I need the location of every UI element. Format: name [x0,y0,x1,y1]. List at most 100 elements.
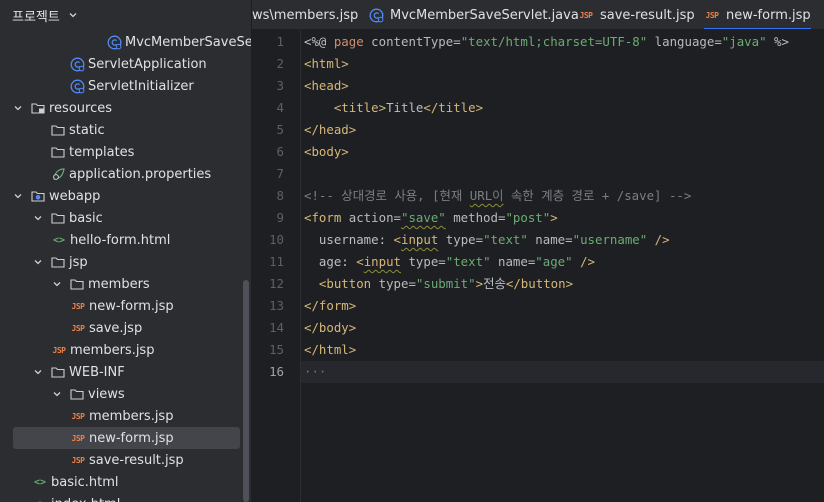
tree-item[interactable]: resources [0,97,251,119]
code-line[interactable]: username: <input type="text" name="usern… [301,229,824,251]
tree-item[interactable]: basic [0,207,251,229]
jsp-file-icon: JSP [70,298,86,314]
line-number: 11 [269,254,284,269]
tree-item[interactable]: templates [0,141,251,163]
chevron-down-icon[interactable] [51,278,63,290]
line-number: 7 [276,166,284,181]
code-token: contentType= [371,34,461,49]
code-token: <button [318,276,379,291]
editor-tab[interactable]: MvcMemberSaveServlet.java [368,0,579,29]
code-line[interactable]: <button type="submit">전송</button> [301,273,824,295]
tree-item[interactable]: <> hello-form.html [0,229,251,251]
jsp-icon-label: JSP [71,323,85,333]
editor-tab[interactable]: ws\members.jsp [252,0,358,29]
line-number: 6 [276,144,284,159]
folder-icon-glyph [51,367,65,378]
project-view-selector[interactable]: 프로젝트 [0,0,251,30]
tree-item[interactable]: JSP new-form.jsp [0,427,251,449]
code-token: "text/html;charset=UTF-8" [460,34,648,49]
servlet-class-icon [69,56,85,72]
tree-item[interactable]: <> basic.html [0,471,251,493]
tree-item[interactable]: WEB-INF [0,361,251,383]
tree-item[interactable]: JSP save-result.jsp [0,449,251,471]
code-token: input [363,254,401,269]
code-token: page [333,34,372,49]
code-token: </head> [304,122,357,137]
tree-item-label: static [69,122,105,138]
servlet-class-icon [69,78,85,94]
code-line[interactable]: <%@ page contentType="text/html;charset=… [301,31,824,53]
line-number: 13 [269,298,284,313]
code-line[interactable]: age: <input type="text" name="age" /> [301,251,824,273]
tree-item[interactable]: <> index.html [0,493,251,502]
folder-icon [50,364,66,380]
tree-item[interactable]: static [0,119,251,141]
code-editor[interactable]: <%@ page contentType="text/html;charset=… [301,30,824,502]
tree-item-label: save.jsp [89,320,143,336]
tree-item[interactable]: MvcMemberSaveSer [0,31,251,53]
tree-item-label: index.html [51,497,120,502]
properties-file-icon [50,166,66,182]
code-token: </form> [304,298,357,313]
tree-item[interactable]: ServletInitializer [0,75,251,97]
chevron-down-icon[interactable] [12,102,24,114]
tree-item[interactable]: application.properties [0,163,251,185]
tree-item[interactable]: views [0,383,251,405]
chevron-down-icon[interactable] [32,256,44,268]
code-token: /> [647,232,670,247]
folder-icon-glyph [70,389,84,400]
chevron-down-icon[interactable] [32,366,44,378]
jsp-file-icon: JSP [51,342,67,358]
resources-folder-icon [30,100,46,116]
code-token: "text" [483,232,528,247]
editor-tab[interactable]: JSP new-form.jsp [704,0,811,29]
code-line[interactable]: <head> [301,75,824,97]
tree-item[interactable]: ServletApplication [0,53,251,75]
code-line[interactable] [301,163,824,185]
tree-item[interactable]: members [0,273,251,295]
code-token: type= [438,232,484,247]
chevron-down-icon[interactable] [51,388,63,400]
code-token: input [401,232,439,247]
jsp-icon-label: JSP [71,455,85,465]
code-token: %> [766,34,789,49]
code-line[interactable]: <title>Title</title> [301,97,824,119]
code-token: > [550,210,558,225]
code-token: <%@ [304,34,334,49]
tree-item[interactable]: webapp [0,185,251,207]
line-number: 1 [276,34,284,49]
editor-tab[interactable]: JSP save-result.jsp [578,0,695,29]
tree-item-label: MvcMemberSaveSer [125,34,251,50]
code-line[interactable]: </form> [301,295,824,317]
jsp-file-icon: JSP [704,7,720,23]
code-line[interactable]: </html> [301,339,824,361]
chevron-down-icon[interactable] [32,212,44,224]
code-line[interactable]: <form action="save" method="post"> [301,207,824,229]
tree-item[interactable]: JSP save.jsp [0,317,251,339]
tree-item-label: WEB-INF [69,364,125,380]
project-scrollbar[interactable] [243,280,249,502]
line-number: 4 [276,100,284,115]
code-line[interactable]: <body> [301,141,824,163]
jsp-file-icon: JSP [70,408,86,424]
jsp-icon-label: JSP [52,345,66,355]
code-line[interactable]: ··· [301,361,824,383]
code-line[interactable]: <!-- 상대경로 사용, [현재 URL이 속한 계층 경로 + /save]… [301,185,824,207]
html-file-icon: <> [51,232,67,248]
project-panel: 프로젝트 MvcMemberSaveSer ServletApplication S… [0,0,251,502]
folder-icon [69,386,85,402]
code-token: <form [304,210,349,225]
chevron-down-icon[interactable] [12,190,24,202]
tree-item[interactable]: JSP new-form.jsp [0,295,251,317]
servlet-class-icon-glyph [369,8,383,22]
code-line[interactable]: </head> [301,119,824,141]
tree-item[interactable]: JSP members.jsp [0,405,251,427]
code-token: Title [386,100,424,115]
tree-item[interactable]: jsp [0,251,251,273]
code-line[interactable]: </body> [301,317,824,339]
jsp-icon-label: JSP [71,433,85,443]
tree-item[interactable]: JSP members.jsp [0,339,251,361]
code-line[interactable]: <html> [301,53,824,75]
code-token: "username" [572,232,648,247]
